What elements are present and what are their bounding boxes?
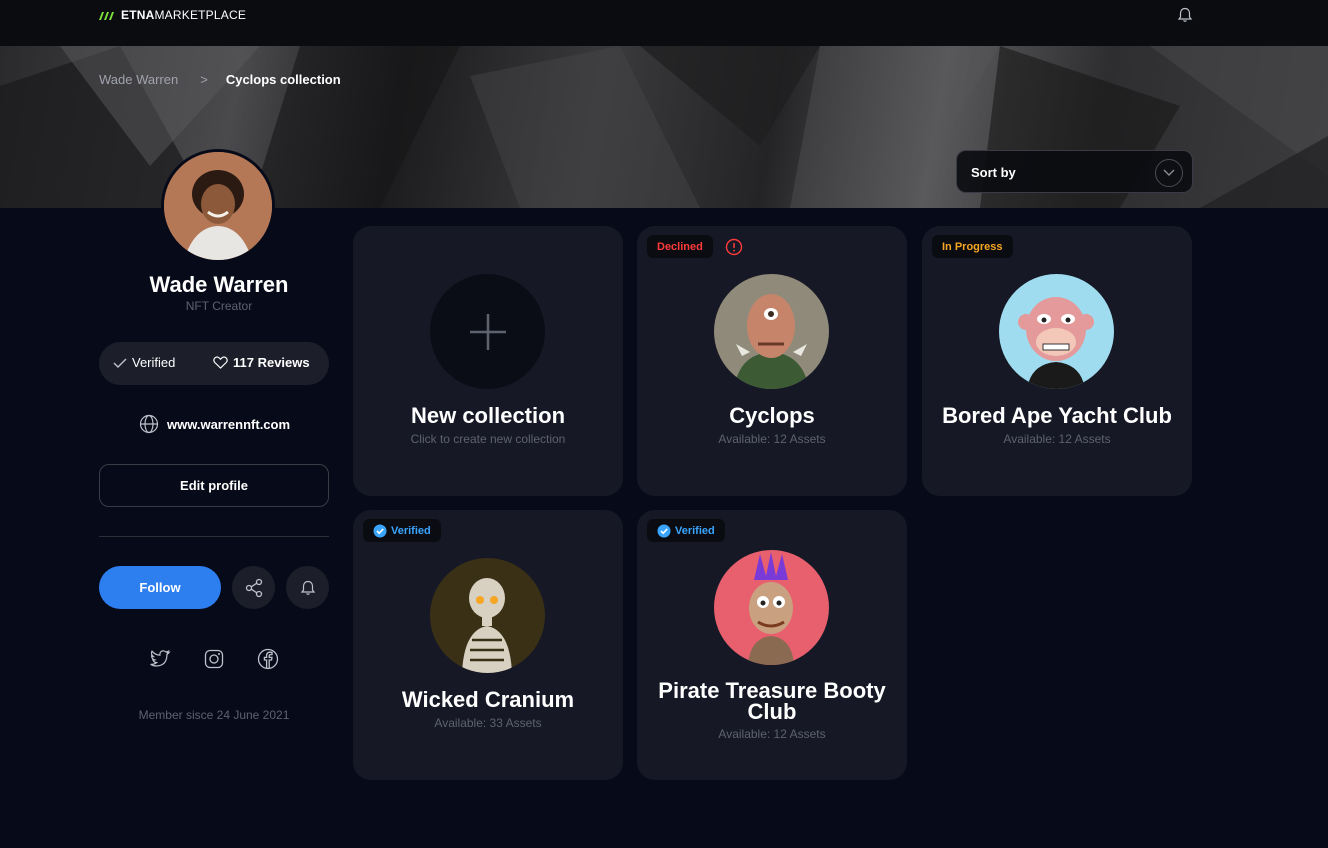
twitter-icon[interactable] [149,648,171,670]
collection-card-wicked-cranium[interactable]: Verified Wicked Cranium Available: 33 As… [353,510,623,780]
card-title: Wicked Cranium [401,687,575,712]
share-icon [245,578,262,597]
heart-icon [213,356,228,369]
breadcrumb-parent[interactable]: Wade Warren [99,72,178,87]
card-title: Pirate Treasure Booty Club [658,678,886,724]
notification-bell-icon[interactable] [1176,6,1194,24]
reviews-stat[interactable]: 117 Reviews [213,355,310,370]
collection-image [999,274,1114,389]
collection-image [714,274,829,389]
card-title: Cyclops [729,403,815,428]
card-subtitle: Available: 33 Assets [434,716,542,730]
profile-stats: Verified 117 Reviews [99,342,329,385]
check-icon [113,358,127,368]
share-button[interactable] [232,566,275,609]
bell-icon [300,580,315,595]
profile-name: Wade Warren [149,272,289,297]
chevron-down-icon [1155,159,1183,187]
status-badge: In Progress [932,235,1013,258]
logo-text: ETNAMARKETPLACE [121,8,247,22]
avatar [161,149,275,263]
verified-label: Verified [132,355,176,370]
card-title: Bored Ape Yacht Club [942,403,1172,428]
instagram-icon[interactable] [203,648,225,670]
card-subtitle: Click to create new collection [410,432,566,446]
profile-role: NFT Creator [185,299,253,313]
collection-card-cyclops[interactable]: Declined Cyclops Available: 12 Assets [637,226,907,496]
follow-button[interactable]: Follow [99,566,221,609]
sort-label: Sort by [971,165,1016,180]
website-link[interactable]: www.warrennft.com [139,414,290,434]
card-title: New collection [410,403,566,428]
divider [99,536,329,537]
status-badge: Verified [647,519,725,542]
new-collection-card[interactable]: New collection Click to create new colle… [353,226,623,496]
plus-icon [469,313,506,350]
verified-stat: Verified [113,355,175,370]
reviews-label: 117 Reviews [233,355,310,370]
card-subtitle: Available: 12 Assets [718,727,826,741]
logo[interactable]: ETNAMARKETPLACE [99,8,246,22]
website-url: www.warrennft.com [167,416,291,432]
collection-image [430,558,545,673]
status-badge: Declined [647,235,713,258]
collection-image [714,550,829,665]
card-subtitle: Available: 12 Assets [718,432,826,446]
member-since: Member sisce 24 June 2021 [138,708,290,722]
top-bar: ETNAMARKETPLACE [0,0,1328,46]
breadcrumb-current: Cyclops collection [225,72,341,87]
facebook-icon[interactable] [257,648,279,670]
collection-card-pirate-treasure[interactable]: Verified Pirate Treasure Booty Club Avai… [637,510,907,780]
edit-profile-button[interactable]: Edit profile [99,464,329,507]
card-subtitle: Available: 12 Assets [1003,432,1111,446]
status-badge: Verified [363,519,441,542]
logo-mark-icon [99,12,114,20]
add-collection-button[interactable] [430,274,545,389]
collection-card-bored-ape[interactable]: In Progress Bored Ape Yacht Club Availab… [922,226,1192,496]
notify-button[interactable] [286,566,329,609]
info-icon[interactable] [725,238,743,256]
breadcrumb: Wade Warren > Cyclops collection [99,72,341,87]
sort-dropdown[interactable]: Sort by [956,150,1193,193]
globe-icon [139,414,159,434]
breadcrumb-separator: > [200,72,208,87]
verified-badge-icon [657,524,671,537]
verified-badge-icon [373,524,387,537]
